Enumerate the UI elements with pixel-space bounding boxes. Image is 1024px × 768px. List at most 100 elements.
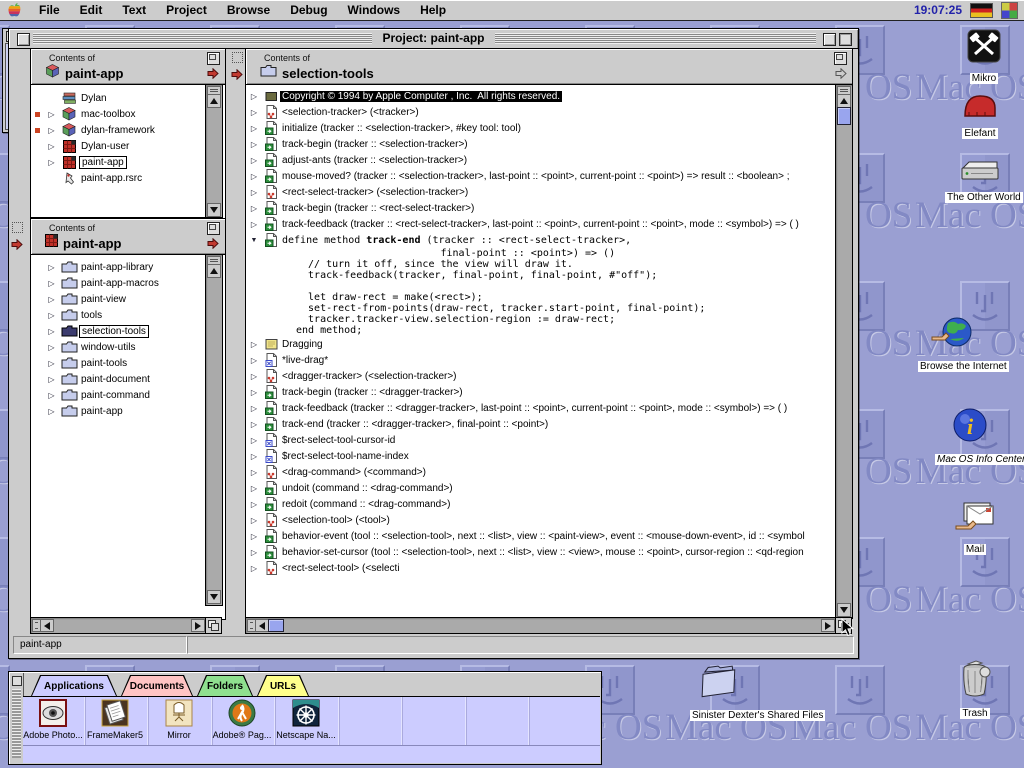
disclosure-triangle-icon[interactable]: ▷ [246, 468, 262, 477]
source-row[interactable]: ▷track-feedback (tracker :: <dragger-tra… [246, 400, 836, 416]
source-row[interactable]: ▷Copyright © 1994 by Apple Computer , In… [246, 88, 836, 104]
source-vscrollbar[interactable] [835, 84, 853, 619]
launcher-item-2[interactable]: FrameMaker5 [85, 699, 145, 740]
module-item-row[interactable]: ▷selection-tools [31, 323, 225, 339]
source-row[interactable]: ▷track-begin (tracker :: <dragger-tracke… [246, 384, 836, 400]
disclosure-triangle-icon[interactable]: ▷ [246, 204, 262, 213]
disclosure-triangle-icon[interactable]: ▷ [246, 500, 262, 509]
source-row[interactable]: ▷$rect-select-tool-cursor-id [246, 432, 836, 448]
source-row[interactable]: ▷track-begin (tracker :: <rect-select-tr… [246, 200, 836, 216]
disclosure-triangle-icon[interactable]: ▷ [246, 188, 262, 197]
disclosure-triangle-icon[interactable]: ▷ [44, 110, 59, 119]
disclosure-triangle-icon[interactable]: ▷ [44, 327, 59, 336]
desktop-icon-drive[interactable]: The Other World [945, 160, 1015, 205]
source-define-row[interactable]: ▼define method track-end (tracker :: <re… [246, 232, 836, 248]
modules-scroll-left[interactable] [40, 619, 54, 632]
modules-hscrollbar[interactable] [30, 617, 207, 634]
source-scroll-right[interactable] [821, 619, 835, 632]
launcher-tab-applications[interactable]: Applications [31, 675, 117, 696]
source-row[interactable]: ▷adjust-ants (tracker :: <selection-trac… [246, 152, 836, 168]
module-item-row[interactable]: ▷paint-command [31, 387, 225, 403]
apple-menu[interactable] [0, 3, 29, 18]
disclosure-triangle-icon[interactable]: ▷ [246, 356, 262, 365]
module-item-row[interactable]: ▷tools [31, 307, 225, 323]
source-row[interactable]: ▷track-feedback (tracker :: <rect-select… [246, 216, 836, 232]
source-scroll-left[interactable] [255, 619, 269, 632]
modules-pane-red-arrow-icon[interactable] [11, 237, 23, 255]
source-row[interactable]: ▷$rect-select-tool-name-index [246, 448, 836, 464]
library-vscrollbar[interactable] [205, 84, 223, 219]
module-item-row[interactable]: ▷paint-app-library [31, 259, 225, 275]
modules-pane-splitter-box[interactable] [12, 222, 23, 233]
launcher-drag-grip[interactable] [10, 673, 24, 762]
disclosure-triangle-icon[interactable]: ▷ [246, 404, 262, 413]
source-gray-arrow-icon[interactable] [835, 66, 847, 84]
source-pane-splitter-box[interactable] [232, 52, 243, 63]
library-pane-zoom-box[interactable] [207, 52, 220, 65]
launcher-item-3[interactable]: Mirror [149, 699, 209, 740]
disclosure-triangle-icon[interactable]: ▷ [44, 279, 59, 288]
disclosure-triangle-icon[interactable]: ▷ [44, 295, 59, 304]
source-row[interactable]: ▷undoit (command :: <drag-command>) [246, 480, 836, 496]
application-menu-icon[interactable] [1001, 2, 1018, 19]
launcher-item-4[interactable]: Adobe® Pag... [212, 699, 272, 740]
source-vscroll-thumb[interactable] [837, 107, 851, 125]
library-item-row[interactable]: paint-app.rsrc [31, 170, 225, 186]
module-item-row[interactable]: ▷paint-document [31, 371, 225, 387]
collapse-box[interactable] [839, 33, 852, 46]
module-item-row[interactable]: ▷paint-app-macros [31, 275, 225, 291]
source-hscroll-thumb[interactable] [268, 619, 284, 632]
menu-item-edit[interactable]: Edit [70, 0, 113, 20]
library-item-row[interactable]: ▷dylan-framework [31, 122, 225, 138]
source-scroll-up[interactable] [837, 94, 851, 108]
launcher-tab-documents[interactable]: Documents [121, 675, 193, 696]
modules-browse-arrow-icon[interactable] [207, 236, 219, 254]
disclosure-triangle-icon[interactable]: ▷ [246, 156, 262, 165]
disclosure-triangle-icon[interactable]: ▷ [246, 220, 262, 229]
desktop-icon-mikro[interactable]: Mikro [962, 29, 1006, 86]
keyboard-layout-flag-icon[interactable] [970, 3, 993, 18]
disclosure-triangle-icon[interactable]: ▷ [44, 343, 59, 352]
menu-item-debug[interactable]: Debug [280, 0, 337, 20]
menu-item-windows[interactable]: Windows [338, 0, 411, 20]
disclosure-triangle-icon[interactable]: ▷ [246, 172, 262, 181]
launcher-item-5[interactable]: Netscape Na... [276, 699, 336, 740]
source-row[interactable]: ▷<rect-select-tool> (<selecti [246, 560, 836, 576]
source-row[interactable]: ▷<drag-command> (<command>) [246, 464, 836, 480]
desktop-icon-elefant[interactable]: Elefant [955, 92, 1005, 141]
disclosure-triangle-icon[interactable]: ▷ [44, 126, 59, 135]
launcher-tab-urls[interactable]: URLs [257, 675, 309, 696]
disclosure-triangle-icon[interactable]: ▷ [44, 375, 59, 384]
source-row[interactable]: ▷behavior-set-cursor (tool :: <selection… [246, 544, 836, 560]
source-row[interactable]: ▷track-end (tracker :: <dragger-tracker>… [246, 416, 836, 432]
source-row[interactable]: ▷behavior-event (tool :: <selection-tool… [246, 528, 836, 544]
disclosure-triangle-icon[interactable]: ▷ [44, 391, 59, 400]
library-scroll-up[interactable] [207, 94, 221, 108]
source-row[interactable]: ▷<dragger-tracker> (<selection-tracker>) [246, 368, 836, 384]
modules-vscrollbar[interactable] [205, 254, 223, 606]
disclosure-triangle-icon[interactable]: ▷ [246, 372, 262, 381]
launcher-item-1[interactable]: Adobe Photo... [23, 699, 83, 740]
source-hscrollbar[interactable] [245, 617, 837, 634]
modules-scroll-right[interactable] [191, 619, 205, 632]
menu-item-help[interactable]: Help [410, 0, 456, 20]
disclosure-triangle-icon[interactable]: ▷ [246, 140, 262, 149]
desktop-icon-globe-hand[interactable]: Browse the Internet [918, 315, 988, 374]
library-item-row[interactable]: ▷Dylan-user [31, 138, 225, 154]
source-row[interactable]: ▷<selection-tool> (<tool>) [246, 512, 836, 528]
disclosure-triangle-icon[interactable]: ▷ [44, 158, 59, 167]
disclosure-triangle-icon[interactable]: ▷ [246, 516, 262, 525]
library-scroll-down[interactable] [207, 203, 221, 217]
source-row[interactable]: ▷<selection-tracker> (<tracker>) [246, 104, 836, 120]
project-window-titlebar[interactable]: Project: paint-app [9, 29, 858, 49]
launcher-tab-folders[interactable]: Folders [197, 675, 253, 696]
source-row[interactable]: ▷redoit (command :: <drag-command>) [246, 496, 836, 512]
source-pane-zoom-box[interactable] [834, 52, 847, 65]
desktop-icon-mail[interactable]: Mail [945, 500, 1005, 557]
disclosure-triangle-icon[interactable]: ▷ [246, 92, 262, 101]
source-row[interactable]: ▷Dragging [246, 336, 836, 352]
module-item-row[interactable]: ▷paint-view [31, 291, 225, 307]
source-scroll-down[interactable] [837, 603, 851, 617]
disclosure-triangle-icon[interactable]: ▷ [44, 407, 59, 416]
modules-grow-box[interactable] [205, 617, 222, 634]
